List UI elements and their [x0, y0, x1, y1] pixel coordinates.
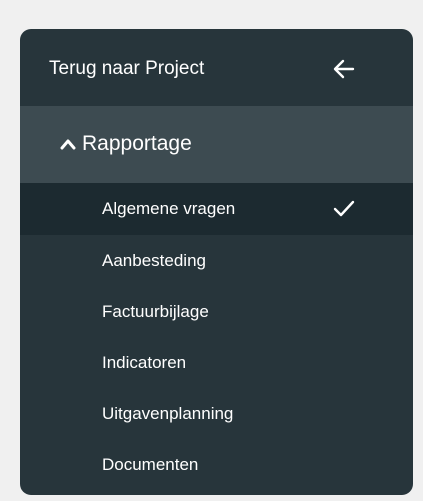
- back-to-project-button[interactable]: Terug naar Project: [20, 29, 413, 106]
- arrow-left-icon: [333, 59, 355, 79]
- nav-item-label: Indicatoren: [102, 353, 187, 372]
- nav-item-label: Factuurbijlage: [102, 302, 209, 321]
- checkmark-icon: [333, 200, 355, 217]
- nav-item-algemene-vragen[interactable]: Algemene vragen: [20, 183, 413, 235]
- nav-item-factuurbijlage[interactable]: Factuurbijlage: [20, 286, 413, 337]
- nav-item-aanbesteding[interactable]: Aanbesteding: [20, 235, 413, 286]
- nav-item-label: Documenten: [102, 455, 199, 474]
- nav-item-uitgavenplanning[interactable]: Uitgavenplanning: [20, 388, 413, 439]
- section-items-list: Algemene vragen Aanbesteding Factuurbijl…: [20, 183, 413, 490]
- back-to-project-label: Terug naar Project: [49, 58, 205, 79]
- nav-item-documenten[interactable]: Documenten: [20, 439, 413, 490]
- chevron-up-icon: [60, 139, 76, 150]
- nav-item-indicatoren[interactable]: Indicatoren: [20, 337, 413, 388]
- section-label: Rapportage: [82, 132, 192, 155]
- nav-item-label: Aanbesteding: [102, 251, 206, 270]
- nav-item-label: Algemene vragen: [102, 199, 236, 218]
- nav-item-label: Uitgavenplanning: [102, 404, 234, 423]
- section-toggle-rapportage[interactable]: Rapportage: [20, 106, 413, 183]
- side-navigation-panel: Terug naar Project Rapportage Algemene v…: [20, 29, 413, 495]
